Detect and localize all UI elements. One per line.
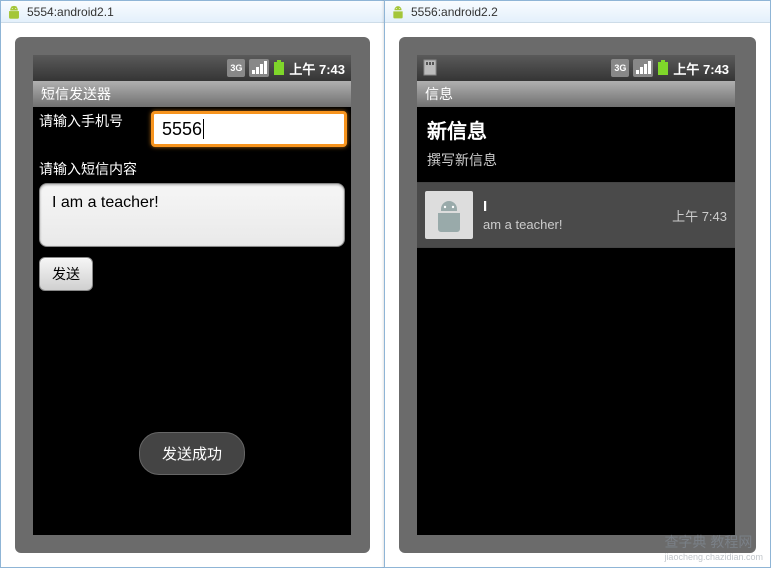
emulator-window-left: 5554:android2.1 3G 上午 7:43 短信发送器 请输入手机号 … bbox=[0, 0, 385, 568]
sms-sender-content: 请输入手机号 5556 请输入短信内容 I am a teacher! 发送 bbox=[33, 107, 351, 295]
message-time: 上午 7:43 bbox=[672, 206, 727, 225]
battery-icon bbox=[273, 59, 285, 77]
watermark: 查字典 教程网 jiaocheng.chazidian.com bbox=[664, 532, 763, 562]
screen-right: 3G 上午 7:43 信息 新信息 撰写新信息 bbox=[417, 55, 735, 535]
android-icon bbox=[391, 5, 405, 19]
watermark-main: 查字典 教程网 bbox=[664, 534, 752, 550]
battery-icon bbox=[657, 59, 669, 77]
screen-left: 3G 上午 7:43 短信发送器 请输入手机号 5556 请输入短信内容 bbox=[33, 55, 351, 535]
message-list-item[interactable]: I am a teacher! 上午 7:43 bbox=[417, 183, 735, 247]
divider bbox=[417, 247, 735, 248]
statusbar-left: 3G 上午 7:43 bbox=[33, 55, 351, 81]
text-cursor bbox=[203, 119, 204, 139]
statusbar-right: 3G 上午 7:43 bbox=[417, 55, 735, 81]
content-label: 请输入短信内容 bbox=[39, 159, 345, 179]
signal-bars-icon bbox=[633, 59, 653, 77]
phone-input-value: 5556 bbox=[162, 119, 202, 140]
compose-label: 撰写新信息 bbox=[427, 150, 725, 170]
sdcard-icon bbox=[423, 59, 439, 80]
emulator-frame-right: 3G 上午 7:43 信息 新信息 撰写新信息 bbox=[399, 37, 756, 553]
avatar bbox=[425, 191, 473, 239]
app-titlebar-messages: 信息 bbox=[417, 81, 735, 107]
messages-app-content: 新信息 撰写新信息 I am a teacher! 上午 7:43 bbox=[417, 107, 735, 248]
message-body: I am a teacher! bbox=[483, 198, 662, 232]
send-button[interactable]: 发送 bbox=[39, 257, 93, 291]
message-input-value: I am a teacher! bbox=[52, 194, 159, 211]
emulator-window-right: 5556:android2.2 3G 上午 7:43 信息 bbox=[384, 0, 771, 568]
window-title: 5554:android2.1 bbox=[27, 5, 114, 19]
window-titlebar-right: 5556:android2.2 bbox=[385, 1, 770, 23]
send-button-label: 发送 bbox=[52, 266, 80, 282]
signal-3g-icon: 3G bbox=[227, 59, 245, 77]
statusbar-time: 上午 7:43 bbox=[289, 59, 345, 78]
signal-bars-icon bbox=[249, 59, 269, 77]
app-title: 信息 bbox=[425, 84, 453, 104]
app-title: 短信发送器 bbox=[41, 84, 111, 104]
toast-success: 发送成功 bbox=[139, 432, 245, 475]
statusbar-time: 上午 7:43 bbox=[673, 59, 729, 78]
toast-text: 发送成功 bbox=[162, 446, 222, 463]
window-titlebar-left: 5554:android2.1 bbox=[1, 1, 384, 23]
app-titlebar-sender: 短信发送器 bbox=[33, 81, 351, 107]
signal-3g-icon: 3G bbox=[611, 59, 629, 77]
watermark-sub: jiaocheng.chazidian.com bbox=[664, 552, 763, 562]
emulator-frame-left: 3G 上午 7:43 短信发送器 请输入手机号 5556 请输入短信内容 bbox=[15, 37, 370, 553]
new-message-title: 新信息 bbox=[427, 115, 725, 144]
android-icon bbox=[7, 5, 21, 19]
message-sender: I bbox=[483, 198, 662, 215]
window-title: 5556:android2.2 bbox=[411, 5, 498, 19]
message-input[interactable]: I am a teacher! bbox=[39, 183, 345, 247]
message-preview: am a teacher! bbox=[483, 217, 662, 232]
phone-input[interactable]: 5556 bbox=[151, 111, 347, 147]
messages-header[interactable]: 新信息 撰写新信息 bbox=[417, 107, 735, 182]
